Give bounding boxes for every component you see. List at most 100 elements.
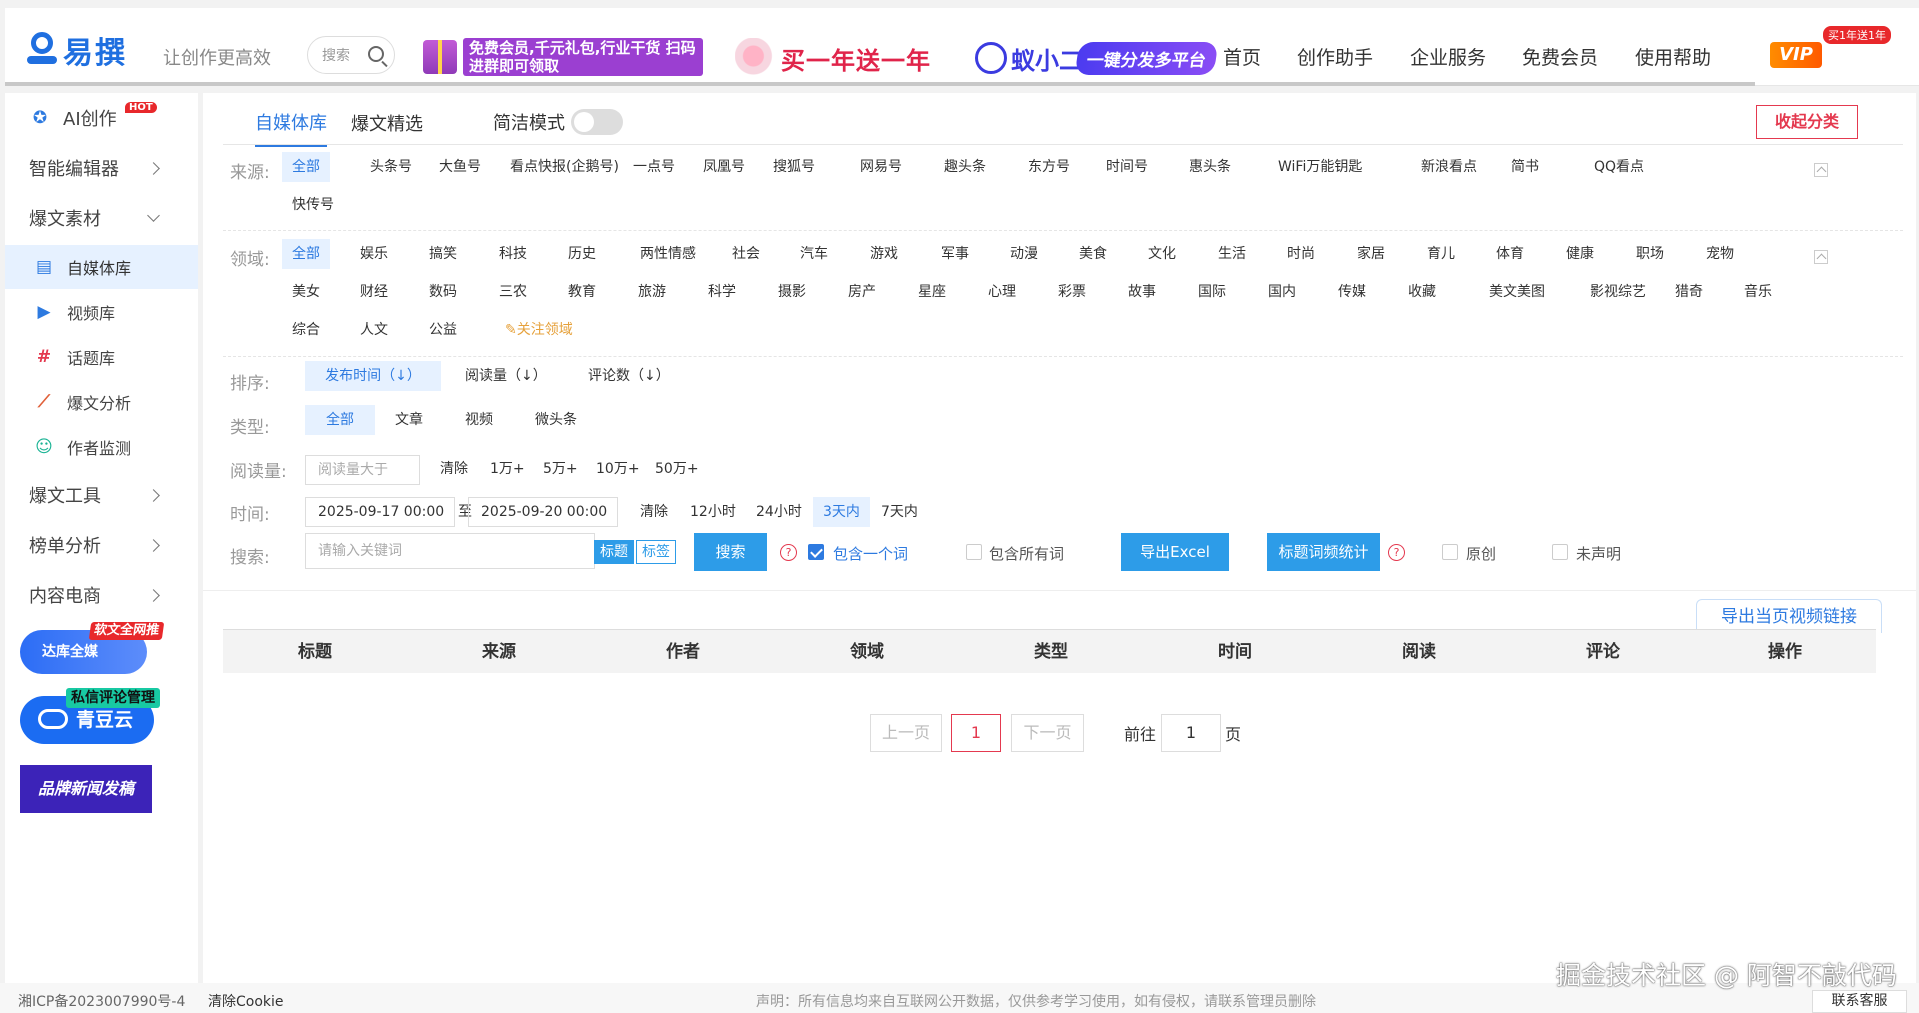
goto-page-input[interactable]: 1: [1161, 714, 1221, 752]
column-header[interactable]: 时间: [1143, 630, 1327, 674]
promo-brand-news[interactable]: 品牌新闻发稿: [20, 765, 152, 813]
domain-all[interactable]: 全部: [282, 239, 330, 269]
domain-option[interactable]: 军事: [931, 239, 979, 269]
time-12h[interactable]: 12小时: [680, 497, 746, 527]
domain-option[interactable]: 教育: [558, 277, 606, 307]
undeclared-checkbox[interactable]: [1552, 544, 1568, 560]
domain-option[interactable]: 星座: [908, 277, 956, 307]
nav-home[interactable]: 首页: [1223, 43, 1261, 70]
top-search[interactable]: 搜索: [307, 36, 395, 74]
banner-ad-promo[interactable]: 买一年送一年: [735, 36, 935, 80]
time-24h[interactable]: 24小时: [746, 497, 812, 527]
domain-option[interactable]: 房产: [838, 277, 886, 307]
domain-option[interactable]: 生活: [1208, 239, 1256, 269]
title-frequency-button[interactable]: 标题词频统计: [1267, 533, 1380, 571]
domain-option[interactable]: 美女: [282, 277, 330, 307]
next-page-button[interactable]: 下一页: [1011, 714, 1084, 752]
time-7d[interactable]: 7天内: [871, 497, 928, 527]
customer-service-button[interactable]: 联系客服: [1812, 990, 1907, 1013]
collapse-source-icon[interactable]: [1814, 163, 1828, 177]
domain-option[interactable]: 动漫: [1000, 239, 1048, 269]
help-icon[interactable]: ?: [780, 544, 797, 561]
source-option[interactable]: 看点快报(企鹅号): [500, 152, 629, 182]
domain-option[interactable]: 收藏: [1398, 277, 1446, 307]
domain-option[interactable]: 国内: [1258, 277, 1306, 307]
sidebar-item-material[interactable]: 爆文素材: [5, 196, 198, 240]
sidebar-item-video-library[interactable]: ▶ 视频库: [5, 290, 198, 334]
type-all[interactable]: 全部: [305, 405, 375, 435]
promo-qingdouyun[interactable]: 青豆云 私信评论管理: [20, 688, 160, 744]
sidebar-item-media-library[interactable]: ▤ 自媒体库: [5, 245, 198, 289]
domain-option[interactable]: 职场: [1626, 239, 1674, 269]
domain-option[interactable]: 摄影: [768, 277, 816, 307]
time-clear[interactable]: 清除: [630, 497, 678, 527]
type-article[interactable]: 文章: [385, 405, 433, 435]
read-100k[interactable]: 10万+: [586, 454, 650, 484]
domain-option[interactable]: 文化: [1138, 239, 1186, 269]
domain-option[interactable]: 历史: [558, 239, 606, 269]
domain-option[interactable]: 健康: [1556, 239, 1604, 269]
sidebar-item-ai[interactable]: ✪ AI创作 HOT: [5, 96, 198, 140]
domain-option[interactable]: 传媒: [1328, 277, 1376, 307]
sidebar-item-topic-library[interactable]: # 话题库: [5, 335, 198, 379]
domain-option[interactable]: 美食: [1069, 239, 1117, 269]
source-option[interactable]: 惠头条: [1179, 152, 1241, 182]
tab-hot-picks[interactable]: 爆文精选: [351, 110, 423, 146]
top-scrollbar[interactable]: [5, 82, 1755, 86]
source-all[interactable]: 全部: [282, 152, 330, 182]
time-start-input[interactable]: 2025-09-17 00:00: [305, 497, 455, 527]
source-option[interactable]: 简书: [1501, 152, 1549, 182]
read-min-input[interactable]: 阅读量大于: [305, 455, 420, 485]
domain-option[interactable]: 育儿: [1417, 239, 1465, 269]
sidebar-item-tools[interactable]: 爆文工具: [5, 473, 198, 517]
source-option[interactable]: 大鱼号: [429, 152, 491, 182]
domain-option[interactable]: 人文: [350, 315, 398, 345]
domain-option[interactable]: 社会: [722, 239, 770, 269]
time-end-input[interactable]: 2025-09-20 00:00: [468, 497, 618, 527]
collapse-categories-button[interactable]: 收起分类: [1756, 105, 1858, 139]
domain-option[interactable]: 彩票: [1048, 277, 1096, 307]
source-option[interactable]: WiFi万能钥匙: [1268, 152, 1372, 182]
domain-option[interactable]: 影视综艺: [1580, 277, 1656, 307]
column-header[interactable]: 领域: [775, 630, 959, 674]
clear-cookie-link[interactable]: 清除Cookie: [208, 991, 284, 1011]
domain-option[interactable]: 体育: [1486, 239, 1534, 269]
contains-one-checkbox[interactable]: [808, 544, 824, 560]
help-icon[interactable]: ?: [1388, 544, 1405, 561]
column-header[interactable]: 来源: [407, 630, 591, 674]
icp-link[interactable]: 湘ICP备2023007990号-4: [18, 991, 185, 1011]
domain-option[interactable]: 游戏: [860, 239, 908, 269]
promo-daku[interactable]: 达库全媒 软文全网推: [20, 622, 165, 674]
domain-option[interactable]: 两性情感: [630, 239, 706, 269]
sidebar-item-ecommerce[interactable]: 内容电商: [5, 573, 198, 617]
source-option[interactable]: 头条号: [360, 152, 422, 182]
source-option[interactable]: 网易号: [850, 152, 912, 182]
type-weitoutiao[interactable]: 微头条: [525, 405, 587, 435]
domain-option[interactable]: 公益: [419, 315, 467, 345]
export-excel-button[interactable]: 导出Excel: [1121, 533, 1229, 571]
domain-option[interactable]: 数码: [419, 277, 467, 307]
domain-option[interactable]: 故事: [1118, 277, 1166, 307]
nav-free-member[interactable]: 免费会员: [1522, 43, 1598, 70]
domain-option[interactable]: 家居: [1347, 239, 1395, 269]
column-header[interactable]: 作者: [591, 630, 775, 674]
domain-option[interactable]: 娱乐: [350, 239, 398, 269]
export-video-links-button[interactable]: 导出当页视频链接: [1696, 599, 1882, 633]
contains-all-checkbox[interactable]: [966, 544, 982, 560]
sidebar-item-rank[interactable]: 榜单分析: [5, 523, 198, 567]
type-video[interactable]: 视频: [455, 405, 503, 435]
domain-option[interactable]: 综合: [282, 315, 330, 345]
sidebar-item-editor[interactable]: 智能编辑器: [5, 146, 198, 190]
domain-option[interactable]: 猎奇: [1665, 277, 1713, 307]
nav-assistant[interactable]: 创作助手: [1297, 43, 1373, 70]
source-option[interactable]: 时间号: [1096, 152, 1158, 182]
logo[interactable]: 易撰: [27, 28, 127, 72]
source-option[interactable]: 东方号: [1018, 152, 1080, 182]
source-option[interactable]: 新浪看点: [1411, 152, 1487, 182]
source-option[interactable]: 趣头条: [934, 152, 996, 182]
sort-publish-time[interactable]: 发布时间（↓）: [305, 361, 441, 391]
current-page[interactable]: 1: [951, 714, 1001, 752]
vip-button[interactable]: VIP: [1770, 42, 1822, 68]
domain-option[interactable]: 财经: [350, 277, 398, 307]
banner-ad-yixiaoer[interactable]: 蚁小二 一键分发多平台: [975, 38, 1225, 78]
